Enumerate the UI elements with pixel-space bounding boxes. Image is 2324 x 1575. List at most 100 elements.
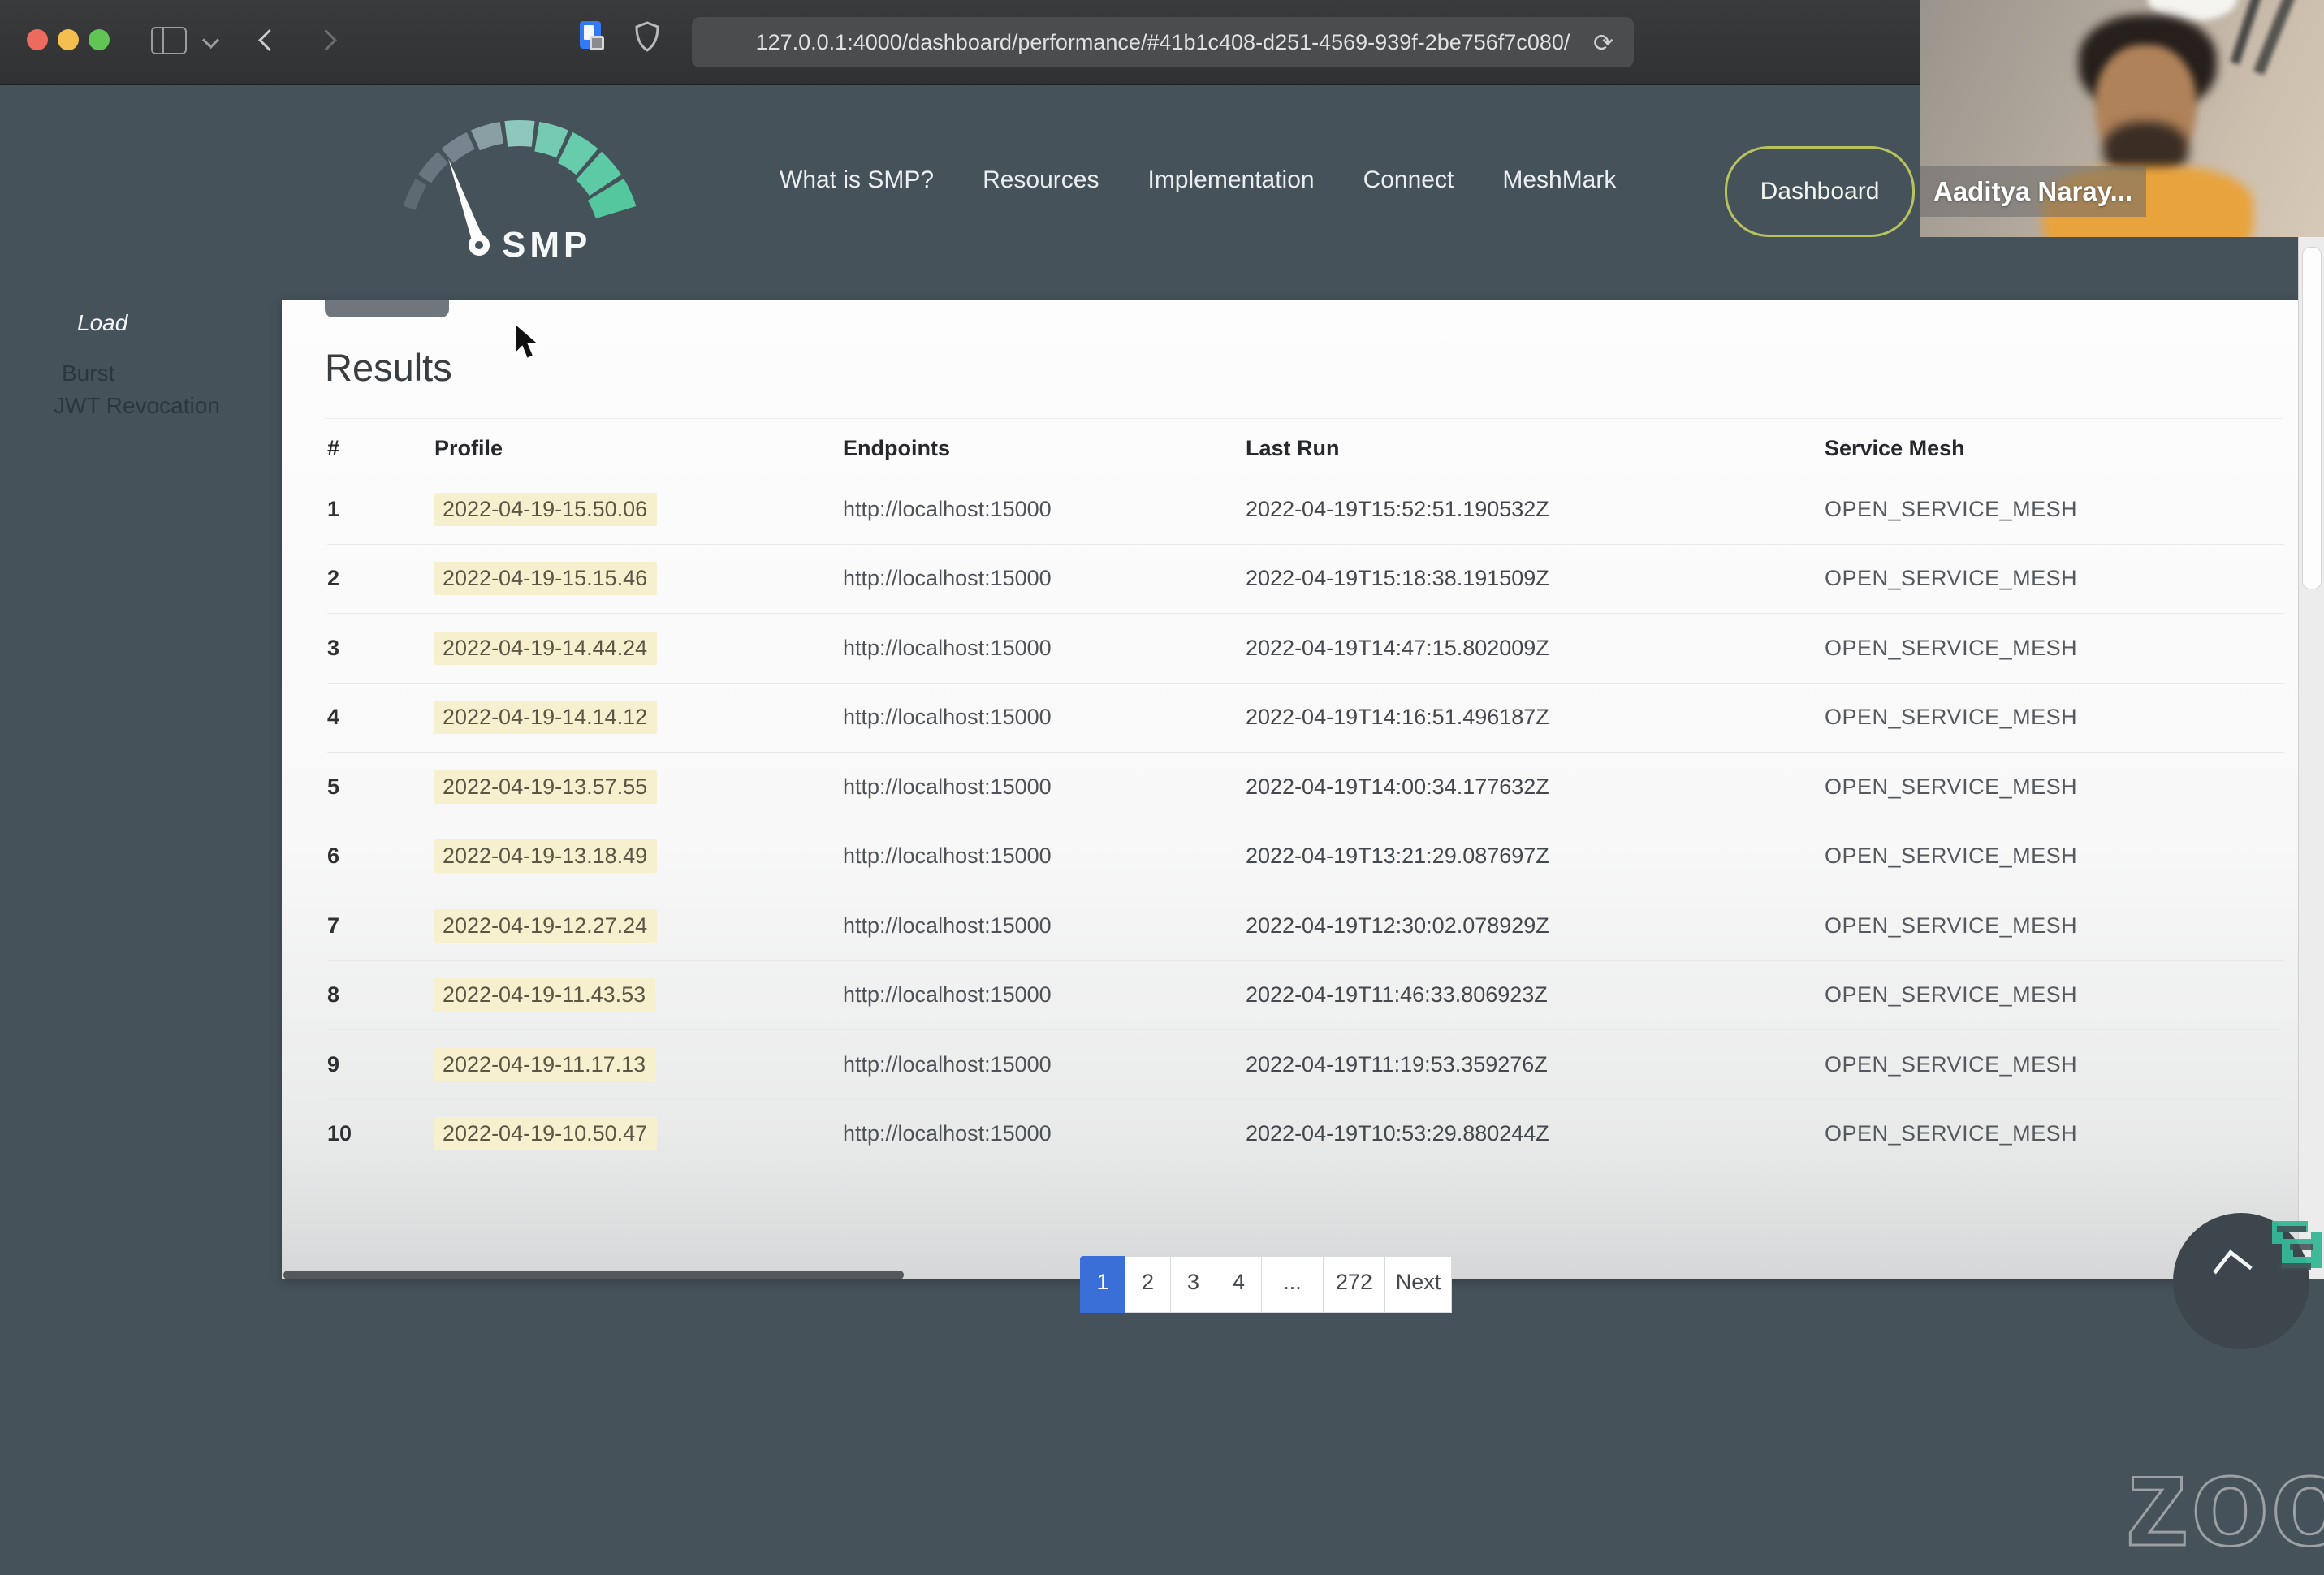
row-number-cell: 3 bbox=[327, 635, 340, 660]
nav-link-connect[interactable]: Connect bbox=[1363, 166, 1454, 194]
browser-forward-icon[interactable] bbox=[315, 29, 337, 51]
sidebar-item-load[interactable]: Load bbox=[77, 310, 127, 336]
service-mesh-cell: OPEN_SERVICE_MESH bbox=[1825, 635, 2078, 660]
divider bbox=[325, 418, 2282, 419]
endpoint-cell: http://localhost:15000 bbox=[843, 844, 1052, 869]
endpoint-cell: http://localhost:15000 bbox=[843, 635, 1052, 660]
row-number-cell: 7 bbox=[327, 913, 340, 938]
window-close-button[interactable] bbox=[27, 29, 48, 50]
last-run-cell: 2022-04-19T13:21:29.087697Z bbox=[1246, 844, 1549, 869]
service-mesh-cell: OPEN_SERVICE_MESH bbox=[1825, 705, 2078, 730]
table-row[interactable]: 5 2022-04-19-13.57.55 http://localhost:150… bbox=[327, 753, 2284, 822]
row-number-cell: 2 bbox=[327, 566, 340, 591]
pagination-page-2[interactable]: 2 bbox=[1125, 1256, 1171, 1313]
endpoint-cell: http://localhost:15000 bbox=[843, 705, 1052, 730]
profile-cell: 2022-04-19-13.18.49 bbox=[434, 839, 843, 874]
service-mesh-cell: OPEN_SERVICE_MESH bbox=[1825, 844, 2078, 869]
table-row[interactable]: 3 2022-04-19-14.44.24 http://localhost:150… bbox=[327, 614, 2284, 684]
endpoint-cell: http://localhost:15000 bbox=[843, 913, 1052, 938]
endpoint-cell: http://localhost:15000 bbox=[843, 982, 1052, 1008]
address-bar[interactable]: 127.0.0.1:4000/dashboard/performance/#41… bbox=[692, 17, 1634, 67]
reload-icon[interactable]: ⟳ bbox=[1593, 29, 1613, 58]
last-run-cell: 2022-04-19T10:53:29.880244Z bbox=[1246, 1121, 1549, 1146]
pagination-page-1[interactable]: 1 bbox=[1080, 1256, 1125, 1313]
logo-text: SMP bbox=[502, 225, 591, 264]
pagination-page-3[interactable]: 3 bbox=[1171, 1256, 1216, 1313]
pagination: 1 2 3 4... 272 Next bbox=[1080, 1256, 1452, 1313]
table-row[interactable]: 6 2022-04-19-13.18.49 http://localhost:150… bbox=[327, 822, 2284, 891]
row-number-cell: 6 bbox=[327, 844, 340, 869]
column-header: Last Run bbox=[1246, 435, 1340, 460]
results-card: Results # Profile Endpoints Last Run Service… bbox=[282, 300, 2324, 1574]
background-shape bbox=[2253, 0, 2298, 76]
window-zoom-button[interactable] bbox=[89, 29, 110, 50]
endpoint-cell: http://localhost:15000 bbox=[843, 566, 1052, 591]
window-minimize-button[interactable] bbox=[58, 29, 79, 50]
last-run-cell: 2022-04-19T14:47:15.802009Z bbox=[1246, 635, 1549, 660]
address-bar-url[interactable]: 127.0.0.1:4000/dashboard/performance/#41… bbox=[756, 30, 1570, 55]
card-top-tab bbox=[325, 300, 449, 317]
privacy-shield-icon[interactable] bbox=[635, 21, 659, 52]
profile-cell: 2022-04-19-15.15.46 bbox=[434, 562, 843, 596]
nav-link-resources[interactable]: Resources bbox=[983, 166, 1099, 194]
browser-sidebar-toggle-icon[interactable] bbox=[151, 27, 187, 54]
pagination-page-4[interactable]: 4 bbox=[1216, 1256, 1262, 1313]
layer5-logo-icon bbox=[2272, 1221, 2322, 1270]
table-row[interactable]: 8 2022-04-19-11.43.53 http://localhost:150… bbox=[327, 961, 2284, 1030]
column-header: Service Mesh bbox=[1825, 435, 1965, 460]
row-number-cell: 10 bbox=[327, 1121, 352, 1146]
service-mesh-cell: OPEN_SERVICE_MESH bbox=[1825, 566, 2078, 591]
smp-logo[interactable]: SMP bbox=[357, 114, 682, 264]
table-row[interactable]: 2 2022-04-19-15.15.46 http://localhost:150… bbox=[327, 545, 2284, 614]
gauge-needle bbox=[448, 158, 486, 246]
row-number-cell: 9 bbox=[327, 1051, 340, 1077]
column-header: # bbox=[327, 435, 340, 460]
table-row[interactable]: 7 2022-04-19-12.27.24 http://localhost:150… bbox=[327, 891, 2284, 961]
page-translate-doc-icon[interactable] bbox=[580, 21, 604, 50]
last-run-cell: 2022-04-19T15:52:51.190532Z bbox=[1246, 496, 1549, 521]
vertical-scrollbar-thumb[interactable] bbox=[2302, 247, 2322, 589]
zoom-watermark: zoom bbox=[2124, 1429, 2324, 1574]
profile-cell: 2022-04-19-15.50.06 bbox=[434, 492, 843, 526]
nav-link-implementation[interactable]: Implementation bbox=[1147, 166, 1314, 194]
endpoint-cell: http://localhost:15000 bbox=[843, 774, 1052, 799]
pagination-next-button[interactable]: Next bbox=[1385, 1256, 1452, 1313]
browser-back-icon[interactable] bbox=[258, 29, 280, 51]
chevron-down-icon[interactable] bbox=[201, 31, 220, 50]
profile-cell: 2022-04-19-11.17.13 bbox=[434, 1047, 843, 1081]
service-mesh-cell: OPEN_SERVICE_MESH bbox=[1825, 913, 2078, 938]
row-number-cell: 8 bbox=[327, 982, 340, 1008]
participant-name: Aaditya Naray... bbox=[1933, 176, 2133, 206]
table-row[interactable]: 4 2022-04-19-14.14.12 http://localhost:150… bbox=[327, 684, 2284, 753]
service-mesh-cell: OPEN_SERVICE_MESH bbox=[1825, 1051, 2078, 1077]
last-run-cell: 2022-04-19T11:46:33.806923Z bbox=[1246, 982, 1548, 1008]
participant-name-bar: Aaditya Naray... bbox=[1920, 166, 2146, 217]
table-row[interactable]: 1 2022-04-19-15.50.06 http://localhost:150… bbox=[327, 475, 2284, 545]
endpoint-cell: http://localhost:15000 bbox=[843, 1121, 1052, 1146]
profile-cell: 2022-04-19-14.14.12 bbox=[434, 701, 843, 735]
column-header: Profile bbox=[434, 435, 503, 460]
last-run-cell: 2022-04-19T15:18:38.191509Z bbox=[1246, 566, 1549, 591]
nav-link-what-is-smp[interactable]: What is SMP? bbox=[780, 166, 934, 194]
pagination-page-272[interactable]: 272 bbox=[1324, 1256, 1385, 1313]
sidebar-item-burst[interactable]: Burst bbox=[62, 360, 114, 386]
profile-cell: 2022-04-19-12.27.24 bbox=[434, 908, 843, 943]
endpoint-cell: http://localhost:15000 bbox=[843, 1051, 1052, 1077]
service-mesh-cell: OPEN_SERVICE_MESH bbox=[1825, 774, 2078, 799]
profile-cell: 2022-04-19-14.44.24 bbox=[434, 631, 843, 665]
mouse-cursor bbox=[514, 321, 542, 360]
horizontal-scrollbar-thumb[interactable] bbox=[283, 1271, 904, 1279]
table-row[interactable]: 10 2022-04-19-10.50.47 http://localhost:15… bbox=[327, 1100, 2284, 1169]
sidebar-item-jwt-revocation[interactable]: JWT Revocation bbox=[54, 393, 220, 419]
nav-dashboard-button[interactable]: Dashboard bbox=[1725, 146, 1915, 237]
site-nav: What is SMP? Resources Implementation Conne… bbox=[780, 166, 1616, 194]
profile-cell: 2022-04-19-11.43.53 bbox=[434, 978, 843, 1012]
vertical-scrollbar[interactable] bbox=[2298, 84, 2324, 1279]
last-run-cell: 2022-04-19T14:00:34.177632Z bbox=[1246, 774, 1549, 799]
webcam-video-tile[interactable]: Aaditya Naray... bbox=[1920, 0, 2324, 237]
nav-link-meshmark[interactable]: MeshMark bbox=[1502, 166, 1616, 194]
column-header: Endpoints bbox=[843, 435, 950, 460]
service-mesh-cell: OPEN_SERVICE_MESH bbox=[1825, 496, 2078, 521]
endpoint-cell: http://localhost:15000 bbox=[843, 496, 1052, 521]
table-row[interactable]: 9 2022-04-19-11.17.13 http://localhost:150… bbox=[327, 1030, 2284, 1100]
